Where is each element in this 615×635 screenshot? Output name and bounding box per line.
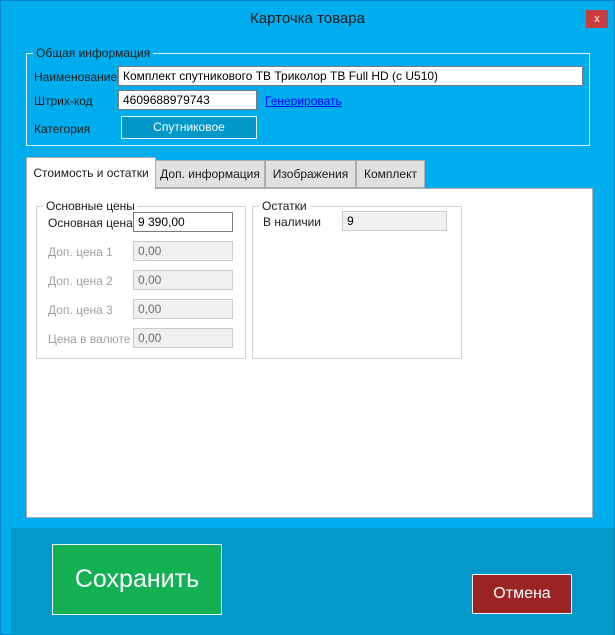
close-button[interactable]: x [586, 10, 608, 28]
extra-price-1-label: Доп. цена 1 [48, 245, 113, 259]
cancel-button[interactable]: Отмена [472, 574, 572, 614]
main-price-field[interactable]: 9 390,00 [133, 212, 233, 232]
product-card-window: Карточка товара x Общая информация Наиме… [0, 0, 615, 635]
currency-price-label: Цена в валюте [48, 332, 131, 346]
barcode-field[interactable]: 4609688979743 [118, 90, 257, 110]
in-stock-field: 9 [342, 211, 447, 231]
general-info-legend: Общая информация [33, 46, 154, 60]
category-label: Категория [34, 122, 91, 136]
barcode-label: Штрих-код [34, 94, 93, 108]
currency-price-field[interactable]: 0,00 [133, 328, 233, 348]
extra-price-1-field[interactable]: 0,00 [133, 241, 233, 261]
extra-price-2-label: Доп. цена 2 [48, 274, 113, 288]
tab-extra-info-label: Доп. информация [160, 167, 260, 181]
tab-images-label: Изображения [272, 167, 349, 181]
save-button[interactable]: Сохранить [52, 544, 222, 615]
main-prices-legend: Основные цены [43, 199, 138, 213]
generate-barcode-link[interactable]: Генерировать [265, 94, 342, 108]
window-titlebar: Карточка товара [1, 1, 614, 37]
category-button[interactable]: Спутниковое [121, 116, 257, 139]
tab-panel-cost-and-stock: Основные цены Основная цена 9 390,00 Доп… [26, 188, 593, 518]
tab-cost-and-stock-label: Стоимость и остатки [33, 166, 149, 180]
extra-price-2-field[interactable]: 0,00 [133, 270, 233, 290]
extra-price-3-label: Доп. цена 3 [48, 303, 113, 317]
stock-legend: Остатки [259, 199, 310, 213]
extra-price-3-field[interactable]: 0,00 [133, 299, 233, 319]
main-price-label: Основная цена [48, 216, 133, 230]
tab-images[interactable]: Изображения [265, 160, 356, 188]
tab-cost-and-stock[interactable]: Стоимость и остатки [26, 157, 156, 189]
tab-extra-info[interactable]: Доп. информация [155, 160, 265, 188]
name-field[interactable]: Комплект спутникового ТВ Триколор ТВ Ful… [118, 66, 583, 86]
name-label: Наименование [34, 70, 118, 84]
in-stock-label: В наличии [263, 215, 322, 229]
tab-kit-label: Комплект [364, 167, 417, 181]
tab-kit[interactable]: Комплект [356, 160, 425, 188]
window-title: Карточка товара [250, 10, 365, 27]
